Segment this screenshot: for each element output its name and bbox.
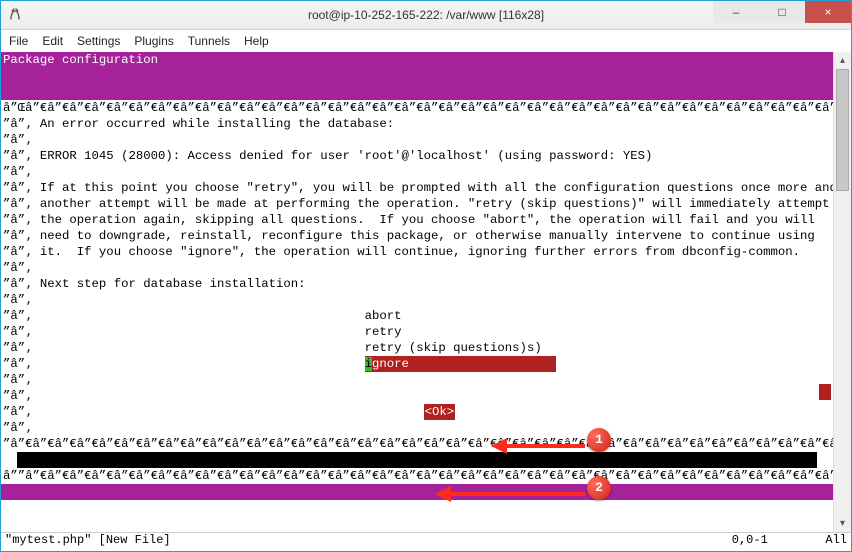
- app-icon: [7, 7, 23, 23]
- msg-line: ”â”‚ need to downgrade, reinstall, recon…: [1, 228, 833, 244]
- menu-plugins[interactable]: Plugins: [134, 34, 173, 48]
- dialog-header: Package configuration: [1, 52, 833, 100]
- option-retry-skip[interactable]: ”â”‚ retry (skip questions)s) â: [1, 340, 833, 356]
- msg-line: ”â”‚ another attempt will be made at per…: [1, 196, 833, 212]
- msg-line: ”â”‚ An error occurred while installing …: [1, 116, 833, 132]
- terminal[interactable]: Package configuration â”Œâ”€â”€â”€â”€â”€…: [1, 52, 833, 532]
- ok-row[interactable]: ”â”‚ <Ok> â: [1, 404, 833, 420]
- option-retry[interactable]: ”â”‚ retry â: [1, 324, 833, 340]
- border-top: â”Œâ”€â”€â”€â”€â”€â”€â”€â”€â”€â”€â”€â”€â…: [1, 100, 833, 116]
- annotation-callout-2: 2: [587, 476, 611, 500]
- msg-line: ”â”‚ â: [1, 420, 833, 436]
- titlebar[interactable]: root@ip-10-252-165-222: /var/www [116x28…: [1, 1, 851, 30]
- option-ignore[interactable]: ”â”‚ ignore â: [1, 356, 833, 372]
- msg-line: ”â”‚ â: [1, 372, 833, 388]
- option-ignore-selected: ignore: [365, 356, 557, 372]
- cursor: i: [365, 357, 372, 371]
- window-buttons: – □ ×: [713, 1, 851, 23]
- content-area: Package configuration â”Œâ”€â”€â”€â”€â”€…: [1, 52, 851, 532]
- msg-line: ”â”‚ If at this point you choose "retry"…: [1, 180, 833, 196]
- msg-line: ”â”‚ â: [1, 132, 833, 148]
- border-bot: â””â”€â”€â”€â”€â”€â”€â”€â”€â”€â”€â”€â”€â…: [1, 468, 833, 484]
- maximize-button[interactable]: □: [759, 1, 805, 23]
- ok-button[interactable]: <Ok>: [424, 404, 456, 420]
- annotation-callout-1: 1: [587, 428, 611, 452]
- scroll-down-icon[interactable]: ▾: [834, 515, 851, 532]
- msg-line: ”â”‚ Next step for database installation…: [1, 276, 833, 292]
- minimize-button[interactable]: –: [713, 1, 759, 23]
- dialog-header-text: Package configuration: [3, 52, 158, 68]
- status-right: 0,0-1 All: [732, 533, 847, 551]
- status-bar: "mytest.php" [New File] 0,0-1 All: [1, 532, 851, 551]
- msg-line: ”â”‚ ERROR 1045 (28000): Access denied f…: [1, 148, 833, 164]
- menu-file[interactable]: File: [9, 34, 28, 48]
- option-abort[interactable]: ”â”‚ abort â: [1, 308, 833, 324]
- msg-line: ”â”‚ â: [1, 260, 833, 276]
- status-left: "mytest.php" [New File]: [5, 533, 171, 551]
- vertical-scrollbar[interactable]: ▴ ▾: [833, 52, 851, 532]
- scroll-thumb[interactable]: [836, 69, 849, 191]
- msg-line: ”â”‚ â: [1, 164, 833, 180]
- menu-edit[interactable]: Edit: [42, 34, 63, 48]
- msg-line: ”â”‚ â: [1, 388, 833, 404]
- menu-tunnels[interactable]: Tunnels: [188, 34, 230, 48]
- border-mid: ”â”€â”€â”€â”€â”€â”€â”€â”€â”€â”€â”€â”€â”€…: [1, 436, 833, 452]
- magenta-bar-bottom: [1, 484, 833, 500]
- msg-line: ”â”‚ it. If you choose "ignore", the ope…: [1, 244, 833, 260]
- menu-settings[interactable]: Settings: [77, 34, 120, 48]
- msg-line: ”â”‚ the operation again, skipping all q…: [1, 212, 833, 228]
- msg-line: ”â”‚ â: [1, 292, 833, 308]
- black-bar: [17, 452, 817, 468]
- scroll-indicator-icon: [819, 384, 831, 400]
- menu-help[interactable]: Help: [244, 34, 269, 48]
- menubar: File Edit Settings Plugins Tunnels Help: [1, 30, 851, 52]
- close-button[interactable]: ×: [805, 1, 851, 23]
- app-window: root@ip-10-252-165-222: /var/www [116x28…: [0, 0, 852, 552]
- scroll-up-icon[interactable]: ▴: [834, 52, 851, 69]
